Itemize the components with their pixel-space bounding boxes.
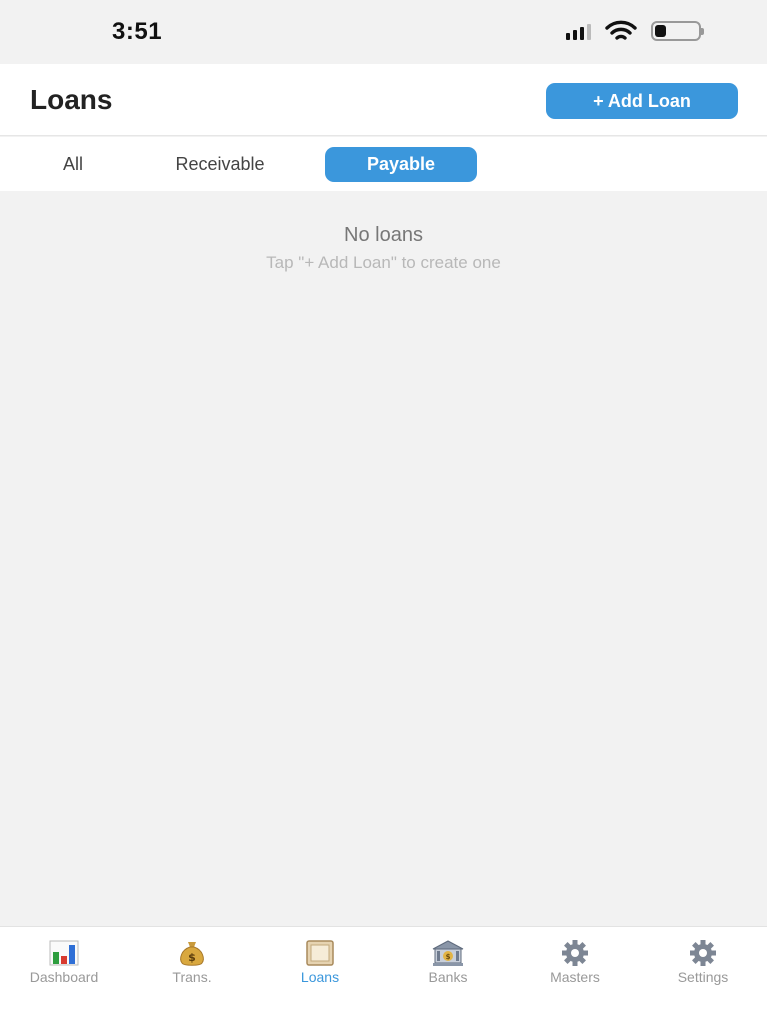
tab-bar-item-loans[interactable]: Loans	[256, 939, 384, 985]
gear-icon	[562, 940, 588, 966]
bank-icon: $	[432, 940, 464, 966]
tab-bar-item-banks[interactable]: $ Banks	[384, 939, 512, 985]
bottom-tab-bar: Dashboard $ Trans. Loans $ Banks Masters…	[0, 926, 767, 1024]
status-icons	[566, 20, 704, 42]
add-loan-button[interactable]: + Add Loan	[546, 83, 738, 119]
gear-icon	[690, 940, 716, 966]
status-bar: 3:51	[0, 0, 767, 64]
battery-level	[655, 25, 666, 37]
empty-state: No loans Tap "+ Add Loan" to create one	[0, 224, 767, 273]
svg-text:$: $	[188, 951, 196, 964]
loan-filter-tabs: All Receivable Payable	[0, 137, 767, 191]
tab-bar-label: Settings	[677, 969, 729, 985]
tab-all[interactable]: All	[42, 147, 104, 182]
page-header: Loans + Add Loan	[0, 64, 767, 136]
ledger-icon	[306, 940, 334, 966]
wifi-icon	[605, 20, 637, 42]
bar-chart-icon	[49, 940, 79, 966]
tab-bar-label: Trans.	[172, 969, 212, 985]
tab-bar-label: Masters	[550, 969, 600, 985]
status-time: 3:51	[112, 18, 163, 45]
battery-icon	[651, 21, 704, 41]
tab-bar-item-masters[interactable]: Masters	[511, 939, 639, 985]
money-bag-icon: $	[180, 942, 204, 966]
tab-bar-label: Banks	[428, 969, 468, 985]
tab-bar-item-trans[interactable]: $ Trans.	[128, 939, 256, 985]
tab-bar-label: Dashboard	[29, 969, 99, 985]
tab-bar-label: Loans	[300, 969, 340, 985]
svg-text:$: $	[446, 953, 451, 961]
cellular-signal-icon	[566, 22, 591, 40]
tab-payable[interactable]: Payable	[325, 147, 477, 182]
empty-state-hint: Tap "+ Add Loan" to create one	[266, 253, 501, 272]
page-title: Loans	[30, 84, 113, 115]
empty-state-title: No loans	[344, 224, 423, 246]
loans-screen: 3:51 Loans + Add Loan All Receivable Pay…	[0, 0, 767, 1024]
tab-bar-item-dashboard[interactable]: Dashboard	[0, 939, 128, 985]
tab-receivable[interactable]: Receivable	[145, 147, 295, 182]
tab-bar-item-settings[interactable]: Settings	[639, 939, 767, 985]
